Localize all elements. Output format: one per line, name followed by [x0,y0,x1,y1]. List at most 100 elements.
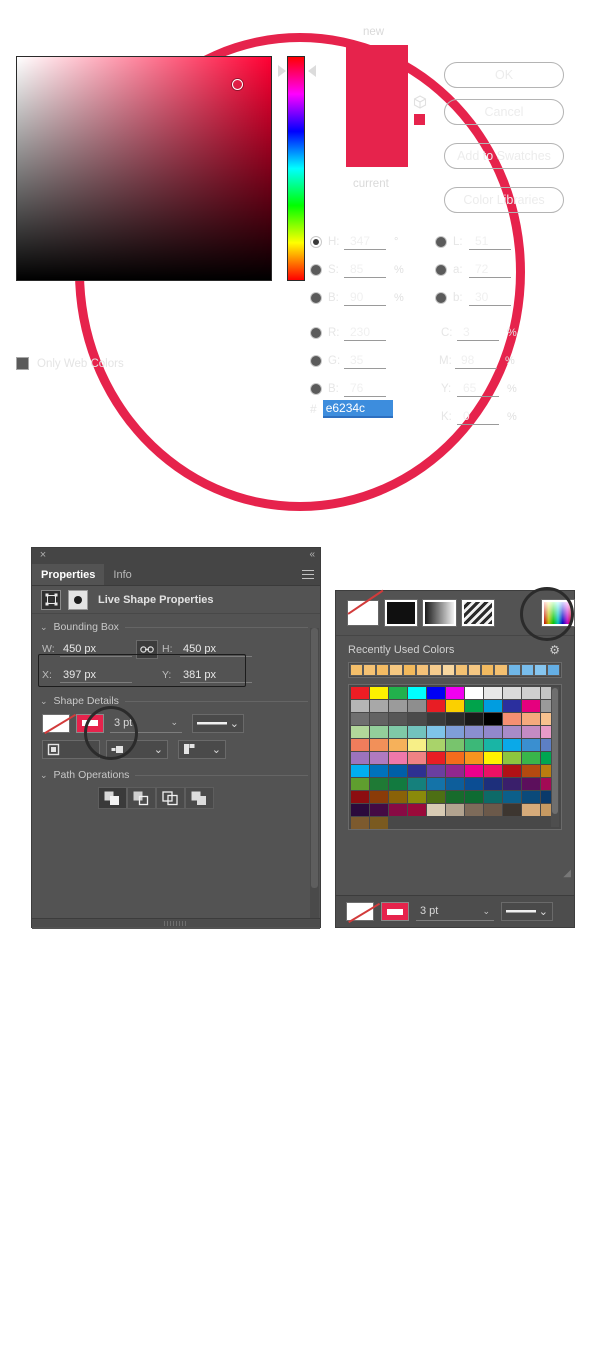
color-swatch[interactable] [408,713,426,725]
hsb-row-b[interactable]: B: % [310,287,404,309]
color-swatch[interactable] [446,778,464,790]
panel-resize-handle[interactable]: ◢ [563,868,571,879]
color-swatch[interactable] [446,752,464,764]
color-swatch[interactable] [465,791,483,803]
recent-color-swatch[interactable] [402,664,416,676]
properties-panel-scrollbar[interactable] [310,628,319,922]
hsb-row-s[interactable]: S: % [310,259,404,281]
gradient-swatch[interactable] [422,599,457,627]
color-swatch[interactable] [351,804,369,816]
add-to-swatches-button[interactable]: Add to Swatches [444,143,564,169]
radio-s[interactable] [310,264,322,276]
cube-icon[interactable] [413,95,427,109]
new-color-preview[interactable] [346,45,408,106]
color-swatch[interactable] [370,687,388,699]
color-swatch[interactable] [503,726,521,738]
recent-color-swatch[interactable] [441,664,455,676]
color-swatch[interactable] [351,817,369,829]
input-lab-b[interactable] [469,290,511,306]
color-swatch[interactable] [484,791,502,803]
input-s[interactable] [344,262,386,278]
x-input[interactable] [60,667,132,683]
stroke-swatch-button[interactable] [76,713,104,733]
color-swatch[interactable] [408,687,426,699]
bottom-fill-swatch-button[interactable] [346,902,374,921]
color-swatch[interactable] [370,778,388,790]
width-input[interactable] [60,641,132,657]
chevron-down-icon[interactable]: ⌄ [40,622,48,633]
color-swatch[interactable] [522,752,540,764]
rgb-row-g[interactable]: G: [310,350,386,372]
color-swatch[interactable] [427,804,445,816]
gear-icon[interactable]: ⚙ [549,643,560,657]
color-swatch[interactable] [503,752,521,764]
recent-color-swatch[interactable] [455,664,469,676]
color-swatch[interactable] [465,804,483,816]
recently-used-colors-strip[interactable] [348,662,562,678]
rgb-row-r[interactable]: R: [310,322,386,344]
hsb-row-h[interactable]: H: ° [310,231,398,253]
color-swatch[interactable] [446,791,464,803]
input-c[interactable] [457,325,499,341]
color-swatch[interactable] [484,804,502,816]
color-swatch[interactable] [484,700,502,712]
panel-menu-icon[interactable] [302,570,314,580]
current-color-preview[interactable] [346,106,408,167]
close-icon[interactable]: × [38,550,48,561]
color-swatch[interactable] [484,726,502,738]
tab-info[interactable]: Info [104,564,140,585]
color-swatch[interactable] [351,700,369,712]
input-k[interactable] [457,409,499,425]
stroke-align-dropdown[interactable] [42,739,100,759]
color-swatch[interactable] [503,700,521,712]
recent-color-swatch[interactable] [415,664,429,676]
color-swatch[interactable] [389,778,407,790]
color-swatch[interactable] [389,726,407,738]
color-swatch[interactable] [408,752,426,764]
color-swatch[interactable] [446,765,464,777]
chevron-down-icon[interactable]: ⌄ [40,770,48,781]
intersect-shape-areas-button[interactable] [156,787,185,809]
color-swatch[interactable] [522,726,540,738]
hex-row[interactable]: # e6234c [310,400,393,418]
color-swatch[interactable] [484,765,502,777]
color-swatch[interactable] [389,713,407,725]
input-h[interactable] [344,234,386,250]
color-swatch[interactable] [370,739,388,751]
color-swatch[interactable] [484,739,502,751]
no-color-swatch[interactable] [347,600,380,626]
shape-mask-icon[interactable] [68,589,88,610]
color-swatch[interactable] [370,700,388,712]
recent-color-swatch[interactable] [520,664,534,676]
saturation-brightness-field[interactable] [16,56,272,281]
input-b[interactable] [344,290,386,306]
color-swatch[interactable] [503,765,521,777]
radio-g[interactable] [310,355,322,367]
color-swatch[interactable] [465,700,483,712]
color-swatch[interactable] [351,739,369,751]
color-swatch[interactable] [522,700,540,712]
color-swatch[interactable] [522,687,540,699]
color-swatch[interactable] [389,765,407,777]
section-shape-details[interactable]: ⌄ Shape Details [32,692,320,710]
radio-a[interactable] [435,264,447,276]
color-swatch[interactable] [503,778,521,790]
color-swatch[interactable] [465,765,483,777]
only-web-colors-checkbox[interactable]: Only Web Colors [16,357,124,370]
hue-slider-handle-right[interactable] [308,65,316,77]
exclude-overlapping-shapes-button[interactable] [185,787,214,809]
color-swatch[interactable] [370,752,388,764]
color-swatch[interactable] [351,752,369,764]
input-g[interactable] [344,353,386,369]
recent-color-swatch[interactable] [428,664,442,676]
color-swatch[interactable] [427,778,445,790]
sb-marker[interactable] [232,79,243,90]
color-swatch[interactable] [351,778,369,790]
color-swatch[interactable] [427,791,445,803]
color-swatch[interactable] [389,687,407,699]
color-swatch[interactable] [522,778,540,790]
color-swatch[interactable] [408,778,426,790]
color-swatch[interactable] [351,687,369,699]
color-swatch[interactable] [503,713,521,725]
color-swatch[interactable] [484,778,502,790]
